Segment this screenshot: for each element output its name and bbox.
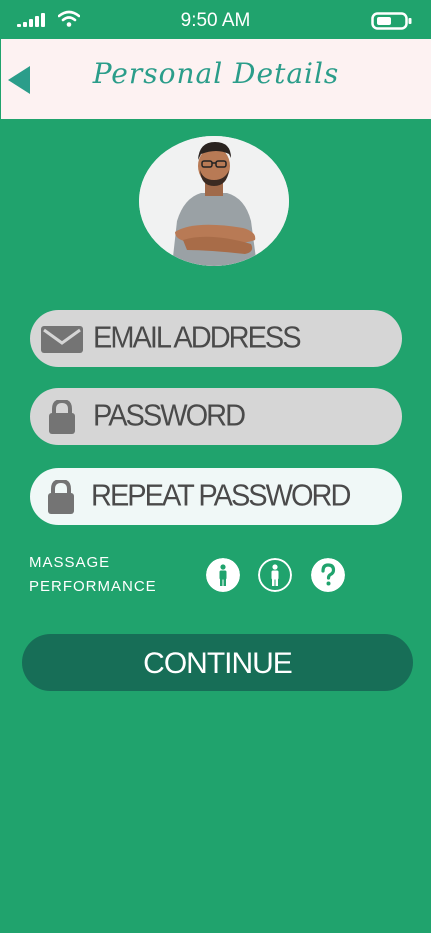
- header-bar: Personal Details: [1, 39, 431, 119]
- password-placeholder: PASSWORD: [93, 399, 246, 433]
- continue-button[interactable]: CONTINUE: [22, 634, 413, 691]
- status-bar: 9:50 AM: [0, 0, 431, 40]
- repeat-password-placeholder: REPEAT PASSWORD: [91, 479, 351, 513]
- avatar[interactable]: [139, 136, 289, 266]
- male-icon[interactable]: [206, 558, 240, 592]
- repeat-password-field[interactable]: REPEAT PASSWORD: [30, 468, 402, 525]
- email-field[interactable]: EMAIL ADDRESS: [30, 310, 402, 367]
- mail-icon: [41, 326, 83, 353]
- profile-photo: [139, 136, 289, 266]
- question-icon[interactable]: [311, 558, 345, 592]
- email-placeholder: EMAIL ADDRESS: [93, 321, 302, 355]
- massage-performance-label: MASSAGE PERFORMANCE: [29, 554, 157, 595]
- page-title: Personal Details: [92, 57, 340, 90]
- password-field[interactable]: PASSWORD: [30, 388, 402, 445]
- lock-icon: [49, 400, 75, 434]
- lock-icon: [48, 480, 74, 514]
- continue-label: CONTINUE: [143, 647, 293, 680]
- status-time: 9:50 AM: [180, 10, 251, 31]
- male-outline-icon[interactable]: [258, 558, 292, 592]
- battery-icon: [371, 12, 412, 30]
